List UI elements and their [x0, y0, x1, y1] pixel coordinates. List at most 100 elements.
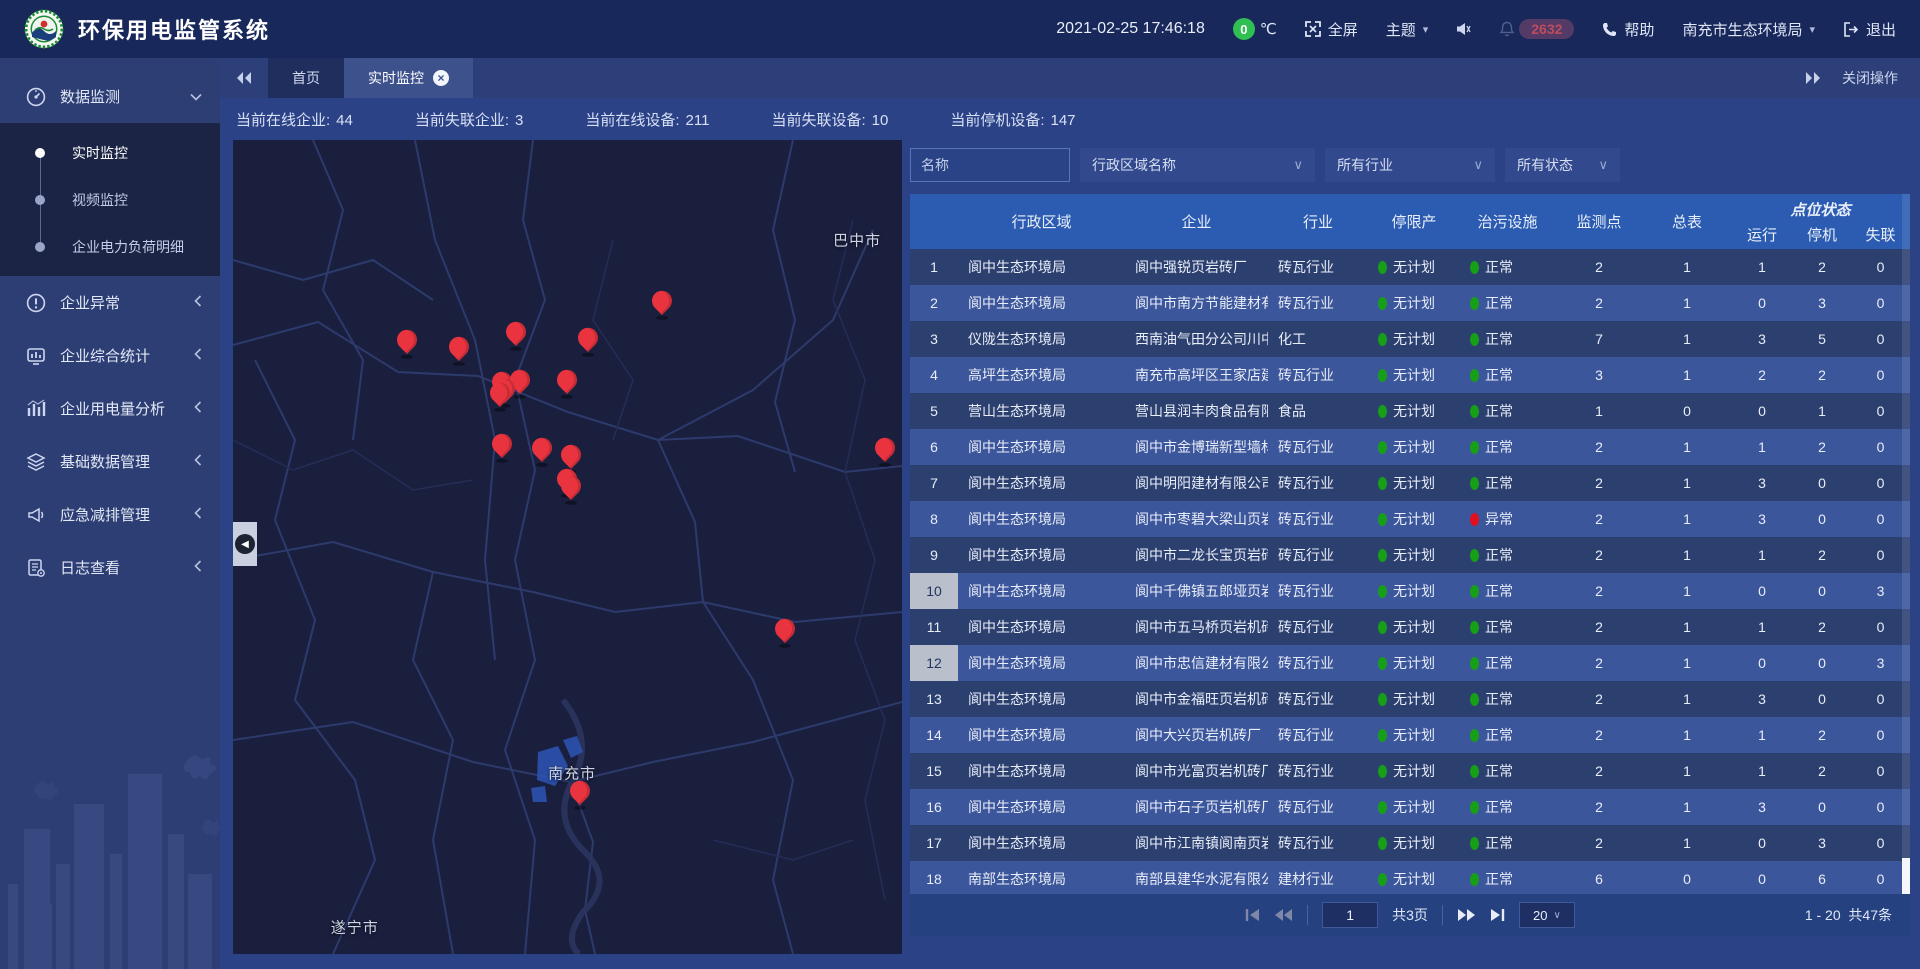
map-pin-icon[interactable]	[577, 325, 599, 355]
tab-realtime-monitoring[interactable]: 实时监控 ×	[344, 58, 473, 98]
table-row[interactable]: 7阆中生态环境局阆中明阳建材有限公司砖瓦行业无计划正常21300	[910, 465, 1910, 501]
row-running-cell: 0	[1731, 295, 1793, 311]
table-row[interactable]: 3仪陇生态环境局西南油气田分公司川中化工无计划正常71350	[910, 321, 1910, 357]
row-limit-text: 无计划	[1393, 257, 1435, 277]
tab-home[interactable]: 首页	[268, 58, 344, 98]
row-industry-cell: 砖瓦行业	[1268, 653, 1368, 673]
table-row[interactable]: 8阆中生态环境局阆中市枣碧大梁山页岩砖瓦行业无计划异常21300	[910, 501, 1910, 537]
table-row[interactable]: 13阆中生态环境局阆中市金福旺页岩机砖砖瓦行业无计划正常21300	[910, 681, 1910, 717]
map-pin-icon[interactable]	[774, 616, 796, 646]
map-pin-icon[interactable]	[448, 334, 470, 364]
map-pin-icon[interactable]	[651, 288, 673, 318]
row-limit-text: 无计划	[1393, 797, 1435, 817]
table-row[interactable]: 16阆中生态环境局阆中市石子页岩机砖厂砖瓦行业无计划正常21300	[910, 789, 1910, 825]
fullscreen-button[interactable]: 全屏	[1305, 19, 1358, 40]
sidebar-group-label: 数据监测	[60, 86, 190, 107]
sidebar-group-1[interactable]: 数据监测	[0, 70, 220, 123]
chevron-down-icon	[190, 88, 202, 105]
next-page-button[interactable]	[1457, 908, 1476, 922]
theme-dropdown[interactable]: 主题▾	[1386, 19, 1429, 40]
column-header-points: 监测点	[1555, 194, 1643, 249]
temperature-unit: ℃	[1260, 20, 1277, 38]
map-pin-icon[interactable]	[531, 435, 553, 465]
table-row[interactable]: 11阆中生态环境局阆中市五马桥页岩机砖砖瓦行业无计划正常21120	[910, 609, 1910, 645]
pager-divider	[1307, 905, 1308, 925]
region-filter-select[interactable]: 行政区域名称∨	[1080, 148, 1315, 182]
row-stopped-cell: 6	[1793, 871, 1851, 887]
tabs-scroll-left-button[interactable]	[220, 58, 268, 98]
logout-button[interactable]: 退出	[1843, 19, 1896, 40]
table-scrollbar[interactable]	[1902, 194, 1910, 894]
row-stopped-cell: 0	[1793, 475, 1851, 491]
last-page-button[interactable]	[1490, 908, 1505, 922]
prev-page-button[interactable]	[1274, 908, 1293, 922]
row-facility-cell: 正常	[1460, 617, 1555, 637]
row-meters-cell: 1	[1643, 727, 1731, 743]
table-row[interactable]: 6阆中生态环境局阆中市金博瑞新型墙材砖瓦行业无计划正常21120	[910, 429, 1910, 465]
sidebar-group-4[interactable]: 企业用电量分析	[0, 382, 220, 435]
table-row[interactable]: 18南部生态环境局南部县建华水泥有限公建材行业无计划正常60060	[910, 861, 1910, 894]
row-limit-text: 无计划	[1393, 437, 1435, 457]
help-button[interactable]: 帮助	[1602, 19, 1654, 40]
row-stopped-cell: 5	[1793, 331, 1851, 347]
sidebar-group-3[interactable]: 企业综合统计	[0, 329, 220, 382]
table-row[interactable]: 9阆中生态环境局阆中市二龙长宝页岩砖砖瓦行业无计划正常21120	[910, 537, 1910, 573]
map-panel[interactable]: 巴中市南充市遂宁市 ◀	[233, 140, 902, 954]
row-meters-cell: 1	[1643, 331, 1731, 347]
map-pin-icon[interactable]	[396, 327, 418, 357]
row-facility-text: 正常	[1485, 401, 1513, 421]
status-filter-select[interactable]: 所有状态∨	[1505, 148, 1620, 182]
map-collapse-handle[interactable]: ◀	[233, 522, 257, 566]
map-pin-icon[interactable]	[491, 431, 513, 461]
row-region-cell: 阆中生态环境局	[958, 293, 1125, 313]
column-header-index	[910, 194, 958, 249]
map-pin-icon[interactable]	[505, 319, 527, 349]
mute-button[interactable]	[1456, 22, 1471, 36]
table-row[interactable]: 10阆中生态环境局阆中千佛镇五郎垭页岩砖瓦行业无计划正常21003	[910, 573, 1910, 609]
column-group-point-status: 点位状态	[1731, 194, 1910, 220]
row-meters-cell: 1	[1643, 367, 1731, 383]
table-row[interactable]: 17阆中生态环境局阆中市江南镇阆南页岩砖瓦行业无计划正常21030	[910, 825, 1910, 861]
page-size-select[interactable]: 20∨	[1519, 902, 1575, 928]
table-row[interactable]: 5营山生态环境局营山县润丰肉食品有限食品无计划正常10010	[910, 393, 1910, 429]
table-row[interactable]: 4高坪生态环境局南充市高坪区王家店建砖瓦行业无计划正常31220	[910, 357, 1910, 393]
row-meters-cell: 1	[1643, 619, 1731, 635]
organization-dropdown[interactable]: 南充市生态环境局▾	[1682, 19, 1815, 40]
row-index-cell: 4	[910, 357, 958, 393]
close-tab-icon[interactable]: ×	[433, 70, 449, 86]
double-chevron-right-icon[interactable]	[1804, 71, 1822, 85]
row-industry-cell: 砖瓦行业	[1268, 725, 1368, 745]
sidebar-item-视频监控[interactable]: 视频监控	[0, 176, 220, 223]
map-pin-icon[interactable]	[489, 380, 511, 410]
map-pin-icon[interactable]	[556, 367, 578, 397]
sidebar-item-企业电力负荷明细[interactable]: 企业电力负荷明细	[0, 223, 220, 270]
pagination-bar: 共3页 20∨ 1 - 20 共47条	[910, 894, 1910, 936]
row-facility-cell: 正常	[1460, 581, 1555, 601]
sidebar-group-label: 企业异常	[60, 292, 194, 313]
industry-filter-select[interactable]: 所有行业∨	[1325, 148, 1495, 182]
close-operations-button[interactable]: 关闭操作	[1842, 68, 1898, 88]
sidebar-group-7[interactable]: 日志查看	[0, 541, 220, 594]
row-company-cell: 营山县润丰肉食品有限	[1125, 401, 1268, 421]
name-filter-input[interactable]	[910, 148, 1070, 182]
row-meters-cell: 1	[1643, 475, 1731, 491]
map-pin-icon[interactable]	[874, 435, 896, 465]
table-row[interactable]: 15阆中生态环境局阆中市光富页岩机砖厂砖瓦行业无计划正常21120	[910, 753, 1910, 789]
table-row[interactable]: 2阆中生态环境局阆中市南方节能建材有砖瓦行业无计划正常21030	[910, 285, 1910, 321]
scrollbar-thumb[interactable]	[1902, 858, 1910, 894]
page-number-input[interactable]	[1322, 902, 1378, 928]
sidebar-group-6[interactable]: 应急减排管理	[0, 488, 220, 541]
notifications[interactable]: 2632	[1499, 19, 1574, 39]
first-page-button[interactable]	[1245, 908, 1260, 922]
sidebar-group-5[interactable]: 基础数据管理	[0, 435, 220, 488]
table-row[interactable]: 1阆中生态环境局阆中强锐页岩砖厂砖瓦行业无计划正常21120	[910, 249, 1910, 285]
row-limit-cell: 无计划	[1368, 401, 1460, 421]
map-pin-icon[interactable]	[569, 778, 591, 808]
status-dot-icon	[1470, 405, 1479, 418]
table-row[interactable]: 14阆中生态环境局阆中大兴页岩机砖厂砖瓦行业无计划正常21120	[910, 717, 1910, 753]
map-city-label: 巴中市	[833, 230, 881, 251]
map-pin-icon[interactable]	[560, 472, 582, 502]
table-row[interactable]: 12阆中生态环境局阆中市忠信建材有限公砖瓦行业无计划正常21003	[910, 645, 1910, 681]
sidebar-group-2[interactable]: 企业异常	[0, 276, 220, 329]
sidebar-item-实时监控[interactable]: 实时监控	[0, 129, 220, 176]
